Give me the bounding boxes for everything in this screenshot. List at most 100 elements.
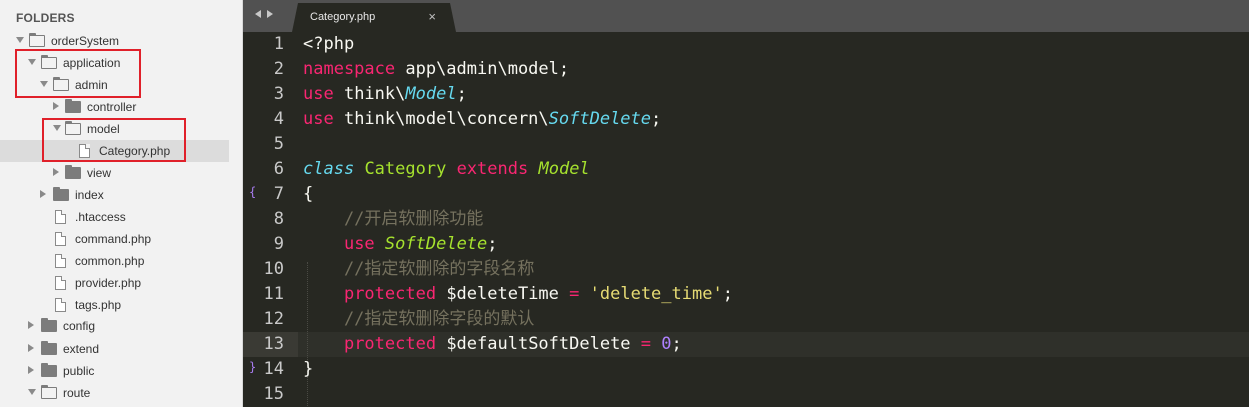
line-number: 5: [273, 134, 284, 154]
tree-item-common-php[interactable]: common.php: [0, 250, 229, 272]
code-token: <?php: [303, 34, 355, 54]
code-line: //指定软删除的字段名称: [303, 257, 534, 282]
folder-icon: [65, 99, 81, 113]
code-area[interactable]: <?php namespace app\admin\model; use think…: [303, 32, 1243, 407]
folder-icon: [41, 341, 57, 355]
tree-item-admin[interactable]: admin: [0, 74, 229, 96]
tree-item-provider-php[interactable]: provider.php: [0, 272, 229, 294]
code-token: =: [569, 284, 580, 304]
code-line: {: [303, 182, 313, 207]
tree-item-model[interactable]: model: [0, 118, 229, 140]
code-line: class Category extends Model: [303, 157, 590, 182]
folder-open-icon: [52, 76, 69, 91]
code-token: Model: [538, 159, 590, 179]
fold-close-marker[interactable]: }: [249, 360, 256, 374]
folder-icon: [41, 363, 57, 377]
code-line: namespace app\admin\model;: [303, 57, 569, 82]
chevron-right-icon[interactable]: [53, 168, 59, 176]
code-token: =: [640, 334, 652, 354]
close-icon[interactable]: ×: [428, 9, 436, 24]
folder-icon: [65, 165, 81, 179]
tree-item-label: index: [75, 188, 104, 202]
tree-item-label: public: [63, 364, 95, 378]
tree-item-htaccess[interactable]: .htaccess: [0, 206, 229, 228]
chevron-down-icon[interactable]: [16, 37, 24, 43]
line-number: 3: [273, 84, 284, 104]
tree-item-label: application: [63, 56, 121, 70]
tree-item-label: common.php: [75, 254, 145, 268]
tab-category-php[interactable]: Category.php ×: [292, 3, 456, 32]
chevron-down-icon[interactable]: [40, 81, 48, 87]
code-line: protected $deleteTime = 'delete_time';: [303, 282, 733, 307]
chevron-left-icon[interactable]: [255, 10, 261, 18]
code-token: //开启软删除功能: [303, 209, 484, 229]
code-line: use think\Model;: [303, 82, 467, 107]
code-token: app\admin\model;: [395, 59, 570, 79]
file-icon: [55, 276, 66, 290]
fold-open-marker[interactable]: {: [249, 185, 256, 199]
chevron-down-icon[interactable]: [28, 389, 36, 395]
tree-item-label: tags.php: [75, 298, 122, 312]
chevron-right-icon[interactable]: [28, 344, 34, 352]
folder-open-icon: [40, 384, 57, 399]
code-token: use: [303, 109, 334, 129]
code-token: SoftDelete: [384, 234, 488, 254]
code-token: 0: [661, 334, 672, 354]
code-line: use SoftDelete;: [303, 232, 498, 257]
sidebar: FOLDERS orderSystem application admin contr…: [0, 0, 243, 407]
file-icon: [55, 254, 66, 268]
tree-item-label: route: [63, 386, 91, 400]
tree-item-config[interactable]: config: [0, 315, 229, 337]
line-number: 11: [263, 284, 284, 304]
tree-item-label: provider.php: [75, 276, 142, 290]
tree-item-tags-php[interactable]: tags.php: [0, 294, 229, 316]
code-token: ;: [651, 109, 662, 129]
chevron-right-icon[interactable]: [267, 10, 273, 18]
tree-item-index[interactable]: index: [0, 184, 229, 206]
file-icon: [55, 298, 66, 312]
folder-icon: [41, 318, 57, 332]
tree-item-route[interactable]: route: [0, 382, 229, 404]
tree-item-label: Category.php: [99, 144, 171, 158]
tree-item-controller[interactable]: controller: [0, 96, 229, 118]
line-number: 10: [263, 259, 284, 279]
line-number: 13: [263, 334, 284, 354]
tree-item-label: model: [87, 122, 120, 136]
file-icon: [55, 232, 66, 246]
code-line: //开启软删除功能: [303, 207, 483, 232]
line-number: 15: [263, 384, 284, 404]
code-line: use think\model\concern\SoftDelete;: [303, 107, 661, 132]
tree-item-label: config: [63, 319, 96, 333]
tab-bar: Category.php ×: [243, 0, 1249, 32]
tree-item-label: extend: [63, 342, 100, 356]
tree-item-ordersystem[interactable]: orderSystem: [0, 30, 229, 52]
chevron-right-icon[interactable]: [53, 102, 59, 110]
chevron-down-icon[interactable]: [28, 59, 36, 65]
line-number: 1: [273, 34, 284, 54]
chevron-down-icon[interactable]: [53, 125, 61, 131]
line-number: 8: [273, 209, 284, 229]
folders-header: FOLDERS: [16, 11, 75, 25]
chevron-right-icon[interactable]: [28, 321, 34, 329]
tree-item-public[interactable]: public: [0, 360, 229, 382]
code-token: 'delete_time': [589, 284, 723, 304]
tab-nav-arrows[interactable]: [255, 10, 281, 20]
tree-item-application[interactable]: application: [0, 52, 229, 74]
chevron-right-icon[interactable]: [28, 366, 34, 374]
line-number: 12: [263, 309, 284, 329]
tree-item-extend[interactable]: extend: [0, 338, 229, 360]
tree-item-command-php[interactable]: command.php: [0, 228, 229, 250]
tree-item-category-php[interactable]: Category.php: [0, 140, 229, 162]
code-token: protected: [343, 334, 437, 354]
tree-item-view[interactable]: view: [0, 162, 229, 184]
tree-item-label: view: [87, 166, 112, 180]
chevron-right-icon[interactable]: [40, 190, 46, 198]
tab-title: Category.php: [310, 11, 376, 23]
